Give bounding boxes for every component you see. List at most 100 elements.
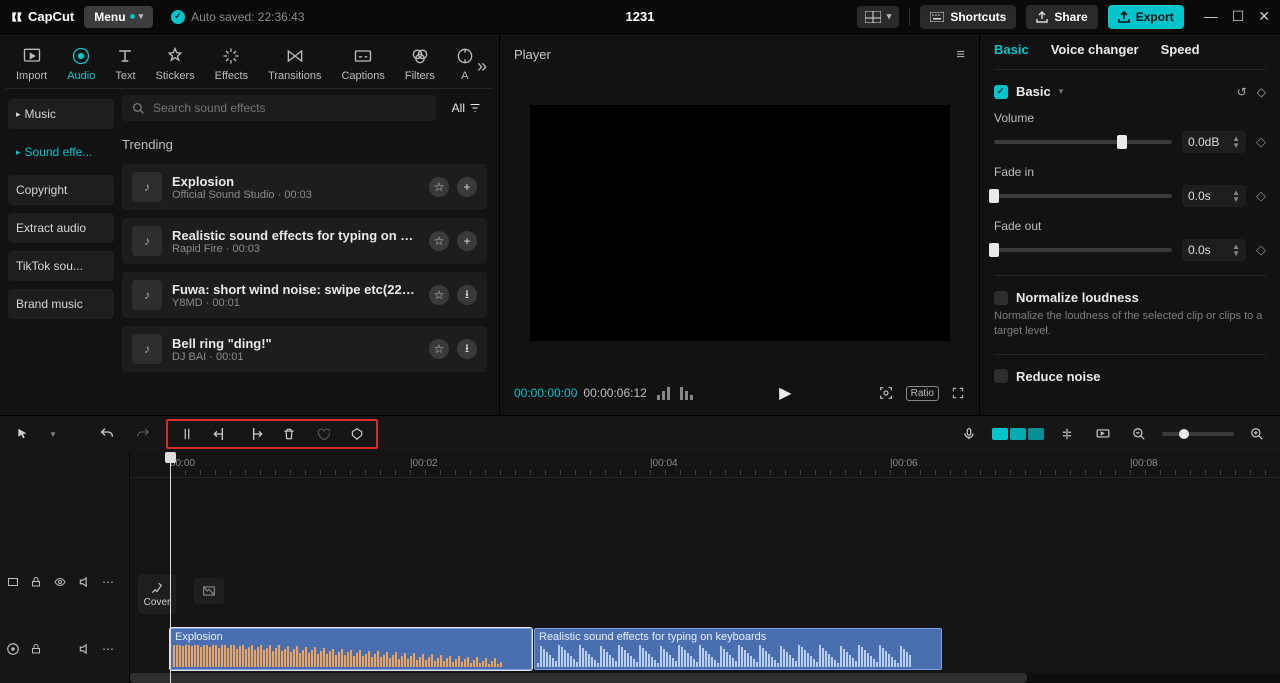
track-lock-icon-2[interactable]	[30, 642, 42, 656]
menu-button[interactable]: Menu▾	[84, 6, 153, 28]
window-maximize[interactable]: ☐	[1232, 8, 1245, 25]
sidebar-item-tiktok-sounds[interactable]: TikTok sou...	[8, 251, 114, 281]
tool-redo[interactable]	[130, 421, 156, 447]
tool-pointer[interactable]	[10, 421, 36, 447]
zoom-out[interactable]	[1126, 421, 1152, 447]
inspector-tab-speed[interactable]: Speed	[1161, 42, 1200, 61]
inspector-tab-voice[interactable]: Voice changer	[1051, 42, 1139, 61]
sound-download-button[interactable]: ⭳	[457, 339, 477, 359]
zoom-slider[interactable]	[1162, 432, 1234, 436]
tool-mic[interactable]	[956, 421, 982, 447]
video-placeholder[interactable]	[194, 578, 224, 604]
shortcuts-button[interactable]: Shortcuts	[920, 5, 1016, 29]
normalize-checkbox[interactable]: ✓ Normalize loudness	[994, 290, 1266, 305]
window-minimize[interactable]: —	[1204, 8, 1218, 25]
project-title[interactable]: 1231	[626, 9, 655, 24]
audio-clip-typing[interactable]: Realistic sound effects for typing on ke…	[534, 628, 942, 670]
reduce-noise-checkbox[interactable]: ✓ Reduce noise	[994, 369, 1266, 384]
filter-all-button[interactable]: All	[446, 101, 487, 115]
tool-align[interactable]	[1054, 421, 1080, 447]
player-menu-icon[interactable]: ≡	[956, 46, 965, 63]
tab-text[interactable]: Text	[105, 40, 145, 88]
audio-clip-explosion[interactable]: Explosion	[170, 628, 532, 670]
playhead[interactable]	[170, 452, 171, 683]
track-audio-icon[interactable]	[6, 642, 20, 656]
tab-audio[interactable]: Audio	[57, 40, 105, 88]
track-more-icon-2[interactable]: ⋯	[102, 642, 114, 656]
search-input[interactable]	[153, 101, 426, 115]
volume-value[interactable]: 0.0dB▲▼	[1182, 131, 1246, 153]
player-label: Player	[514, 47, 551, 62]
tool-undo[interactable]	[94, 421, 120, 447]
video-track-head: ⋯	[0, 548, 129, 616]
sidebar-item-extract-audio[interactable]: Extract audio	[8, 213, 114, 243]
tool-trim-left[interactable]	[208, 421, 234, 447]
tool-marker[interactable]	[344, 421, 370, 447]
play-button[interactable]: ▶	[779, 383, 791, 403]
tab-stickers[interactable]: Stickers	[146, 40, 205, 88]
sidebar-item-music[interactable]: ▸Music	[8, 99, 114, 129]
sound-plus-button[interactable]: +	[457, 177, 477, 197]
reset-icon[interactable]: ↺	[1237, 85, 1247, 99]
tab-filters[interactable]: Filters	[395, 40, 445, 88]
tool-delete[interactable]	[276, 421, 302, 447]
volume-keyframe[interactable]: ◇	[1256, 134, 1266, 150]
keyframe-icon[interactable]: ◇	[1257, 85, 1266, 99]
fadeout-keyframe[interactable]: ◇	[1256, 242, 1266, 258]
fadeout-value[interactable]: 0.0s▲▼	[1182, 239, 1246, 261]
sidebar-item-copyright[interactable]: Copyright	[8, 175, 114, 205]
share-button[interactable]: Share	[1026, 5, 1097, 29]
sound-star-button[interactable]: ☆	[429, 177, 449, 197]
track-eye-icon[interactable]	[52, 576, 68, 588]
track-lock-icon[interactable]	[30, 575, 42, 589]
sound-item[interactable]: ♪Bell ring "ding!"DJ BAI · 00:01☆⭳	[122, 326, 487, 372]
timeline-ruler[interactable]: 00:00|00:02|00:04|00:06|00:08	[130, 452, 1280, 478]
sound-download-button[interactable]: ⭳	[457, 285, 477, 305]
tab-captions[interactable]: Captions	[331, 40, 394, 88]
window-close[interactable]: ✕	[1258, 8, 1270, 25]
volume-slider[interactable]	[994, 140, 1172, 144]
sound-star-button[interactable]: ☆	[429, 285, 449, 305]
tool-favorite[interactable]	[310, 421, 336, 447]
tab-transitions[interactable]: Transitions	[258, 40, 331, 88]
tool-split[interactable]	[174, 421, 200, 447]
tool-pointer-menu[interactable]: ▾	[46, 421, 60, 447]
sidebar-item-brand-music[interactable]: Brand music	[8, 289, 114, 319]
fadeout-slider[interactable]	[994, 248, 1172, 252]
inspector-tab-basic[interactable]: Basic	[994, 42, 1029, 61]
fadein-value[interactable]: 0.0s▲▼	[1182, 185, 1246, 207]
tab-effects[interactable]: Effects	[205, 40, 258, 88]
track-video-icon[interactable]	[6, 576, 20, 588]
tab-import[interactable]: Import	[6, 40, 57, 88]
fullscreen-icon[interactable]	[951, 386, 965, 400]
quality-icon[interactable]	[657, 386, 670, 400]
quality-icon-2[interactable]	[680, 386, 693, 400]
search-input-wrap[interactable]	[122, 95, 436, 121]
sound-plus-button[interactable]: +	[457, 231, 477, 251]
track-mute-icon[interactable]	[78, 575, 92, 589]
tool-preview-mode[interactable]	[1090, 421, 1116, 447]
sidebar-item-sound-effects[interactable]: ▸Sound effe...	[8, 137, 114, 167]
lib-tabs-overflow[interactable]: »	[477, 56, 487, 77]
sound-star-button[interactable]: ☆	[429, 231, 449, 251]
sound-item[interactable]: ♪Fuwa: short wind noise: swipe etc(22276…	[122, 272, 487, 318]
sound-item[interactable]: ♪ExplosionOfficial Sound Studio · 00:03☆…	[122, 164, 487, 210]
layout-button[interactable]: ▾	[857, 6, 900, 28]
tool-trim-right[interactable]	[242, 421, 268, 447]
fadein-keyframe[interactable]: ◇	[1256, 188, 1266, 204]
scan-icon[interactable]	[878, 385, 894, 401]
basic-checkbox[interactable]: ✓ Basic ▾	[994, 84, 1063, 99]
normalize-note: Normalize the loudness of the selected c…	[994, 309, 1266, 340]
ratio-button[interactable]: Ratio	[906, 386, 939, 401]
zoom-in[interactable]	[1244, 421, 1270, 447]
music-note-icon: ♪	[132, 172, 162, 202]
sound-title: Bell ring "ding!"	[172, 336, 419, 351]
track-mute-icon-2[interactable]	[78, 642, 92, 656]
sound-star-button[interactable]: ☆	[429, 339, 449, 359]
timeline-horizontal-scrollbar[interactable]	[130, 673, 1280, 683]
sound-item[interactable]: ♪Realistic sound effects for typing on k…	[122, 218, 487, 264]
export-button[interactable]: Export	[1108, 5, 1184, 29]
magnet-group[interactable]	[992, 428, 1044, 440]
fadein-slider[interactable]	[994, 194, 1172, 198]
track-more-icon[interactable]: ⋯	[102, 575, 114, 589]
